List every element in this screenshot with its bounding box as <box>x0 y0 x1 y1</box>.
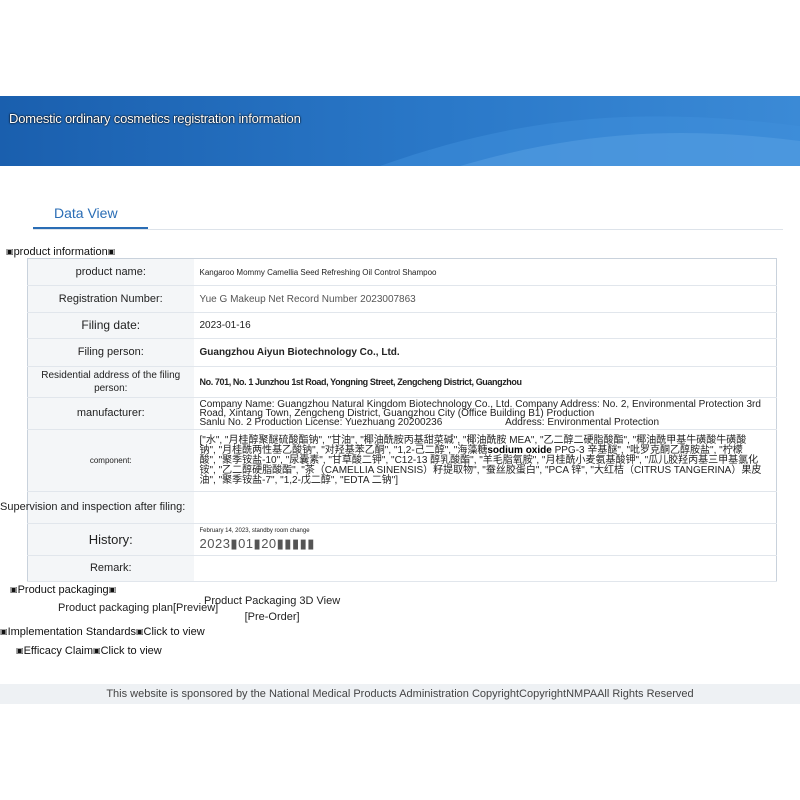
banner-title: Domestic ordinary cosmetics registration… <box>9 111 301 126</box>
packaging-plan-label: Product packaging plan <box>58 602 173 614</box>
row-filing-person: Filing person: Guangzhou Aiyun Biotechno… <box>27 338 777 367</box>
box-icon: ▣ <box>16 646 24 655</box>
history-line-2: 2023▮01▮20▮▮▮▮▮ <box>199 536 315 551</box>
efficacy-claim-label: Efficacy Claim <box>23 645 94 657</box>
box-icon: ▣ <box>135 627 144 636</box>
component-line-2-text: 钠", "月桂酰两性基乙酸钠", "对羟基苯乙酮", "1,2-己二醇", "海… <box>199 444 488 456</box>
manufacturer-line-2: Sanlu No. 2 Production License: Yuezhuan… <box>199 417 771 428</box>
filing-person-value: Guangzhou Aiyun Biotechnology Co., Ltd. <box>193 338 777 367</box>
history-label: History: <box>27 523 194 556</box>
remark-label: Remark: <box>27 555 194 582</box>
component-line-4: 铵", "乙二醇硬脂酸酯", "茶（CAMELLIA SINENSIS）籽提取物… <box>199 464 762 476</box>
row-supervision: Supervision and inspection after filing: <box>0 491 777 524</box>
manufacturer-license: Sanlu No. 2 Production License: Yuezhuan… <box>199 417 443 428</box>
remark-value <box>193 555 777 582</box>
component-line-2-text-b: PPG-3 辛基醚", "吡罗克酮乙醇胺盐", "柠檬 <box>554 444 743 456</box>
history-line-1: February 14, 2023, standby room change <box>199 528 310 534</box>
registration-number-label: Registration Number: <box>27 285 194 313</box>
header-banner: Domestic ordinary cosmetics registration… <box>0 96 800 166</box>
box-icon: ▣ <box>108 585 117 594</box>
tab-data-view[interactable]: Data View <box>54 205 118 221</box>
registration-number-value: Yue G Makeup Net Record Number 202300786… <box>193 285 777 313</box>
efficacy-claim-view-link[interactable]: Click to view <box>101 645 162 657</box>
row-history: History: February 14, 2023, standby room… <box>27 523 777 556</box>
component-line-5: 油", "聚季铵盐-7", "1,2-戊二醇", "EDTA 二钠"] <box>199 474 399 486</box>
component-label: component: <box>27 429 194 492</box>
packaging-3d-view-label: Product Packaging 3D View <box>204 595 341 607</box>
history-value: February 14, 2023, standby room change 2… <box>193 523 777 556</box>
section-product-packaging-label: Product packaging <box>17 584 109 596</box>
section-implementation-standards: ▣Implementation Standards▣Click to view <box>0 626 205 638</box>
section-product-packaging: ▣Product packaging▣ <box>10 584 116 596</box>
row-filing-date: Filing date: 2023-01-16 <box>27 312 777 339</box>
filing-person-label: Filing person: <box>27 338 194 367</box>
row-residential-address: Residential address of the filing person… <box>27 366 777 398</box>
tab-divider <box>33 229 783 230</box>
section-product-information: ▣product information▣ <box>6 246 115 258</box>
residential-address-label: Residential address of the filing person… <box>27 366 194 398</box>
product-info-table: product name: Kangaroo Mommy Camellia Se… <box>0 258 777 582</box>
component-line-3: 酸", "聚季铵盐-10", "尿囊素", "甘草酸二钾", "C12-13 醇… <box>199 454 759 466</box>
page: Domestic ordinary cosmetics registration… <box>0 0 800 800</box>
supervision-label-cell: Supervision and inspection after filing: <box>0 491 194 524</box>
residential-address-value: No. 701, No. 1 Junzhou 1st Road, Yongnin… <box>193 366 777 398</box>
section-product-information-label: product information <box>13 246 108 258</box>
row-component: component: ["水", "月桂醇聚醚硫酸酯钠", "甘油", "椰油酰… <box>27 429 777 492</box>
component-line-2: 钠", "月桂酰两性基乙酸钠", "对羟基苯乙酮", "1,2-己二醇", "海… <box>199 444 771 456</box>
manufacturer-address: Address: Environmental Protection <box>505 417 660 428</box>
manufacturer-line-1: Company Name: Guangzhou Natural Kingdom … <box>199 399 761 419</box>
row-manufacturer: manufacturer: Company Name: Guangzhou Na… <box>27 397 777 430</box>
box-icon: ▣ <box>6 247 14 256</box>
content-panel: Data View ▣product information▣ product … <box>0 183 794 683</box>
box-icon: ▣ <box>0 627 8 636</box>
manufacturer-value: Company Name: Guangzhou Natural Kingdom … <box>193 397 777 430</box>
supervision-value <box>193 491 777 524</box>
component-overlay: sodium oxide <box>487 444 552 456</box>
packaging-plan-link[interactable]: Product packaging plan[Preview] <box>58 602 218 614</box>
footer: This website is sponsored by the Nationa… <box>0 684 800 704</box>
implementation-standards-view-link[interactable]: Click to view <box>144 626 205 638</box>
implementation-standards-label: Implementation Standards <box>7 626 136 638</box>
product-name-label: product name: <box>27 258 194 286</box>
supervision-label: Supervision and inspection after filing: <box>0 501 186 513</box>
row-registration-number: Registration Number: Yue G Makeup Net Re… <box>27 285 777 313</box>
box-icon: ▣ <box>107 247 116 256</box>
row-product-name: product name: Kangaroo Mommy Camellia Se… <box>27 258 777 286</box>
row-remark: Remark: <box>27 555 777 582</box>
packaging-3d-view-preorder[interactable]: [Pre-Order] <box>204 609 340 625</box>
section-efficacy-claim: ▣Efficacy Claim▣Click to view <box>16 645 162 657</box>
banner-decoration <box>380 116 800 166</box>
product-name-value: Kangaroo Mommy Camellia Seed Refreshing … <box>193 258 777 286</box>
filing-date-label: Filing date: <box>27 312 194 339</box>
component-value: ["水", "月桂醇聚醚硫酸酯钠", "甘油", "椰油酰胺丙基甜菜碱", "椰… <box>193 429 777 492</box>
box-icon: ▣ <box>10 585 18 594</box>
filing-date-value: 2023-01-16 <box>193 312 777 339</box>
manufacturer-label: manufacturer: <box>27 397 194 430</box>
box-icon: ▣ <box>93 646 101 655</box>
packaging-3d-view-link[interactable]: Product Packaging 3D View [Pre-Order] <box>204 593 340 625</box>
